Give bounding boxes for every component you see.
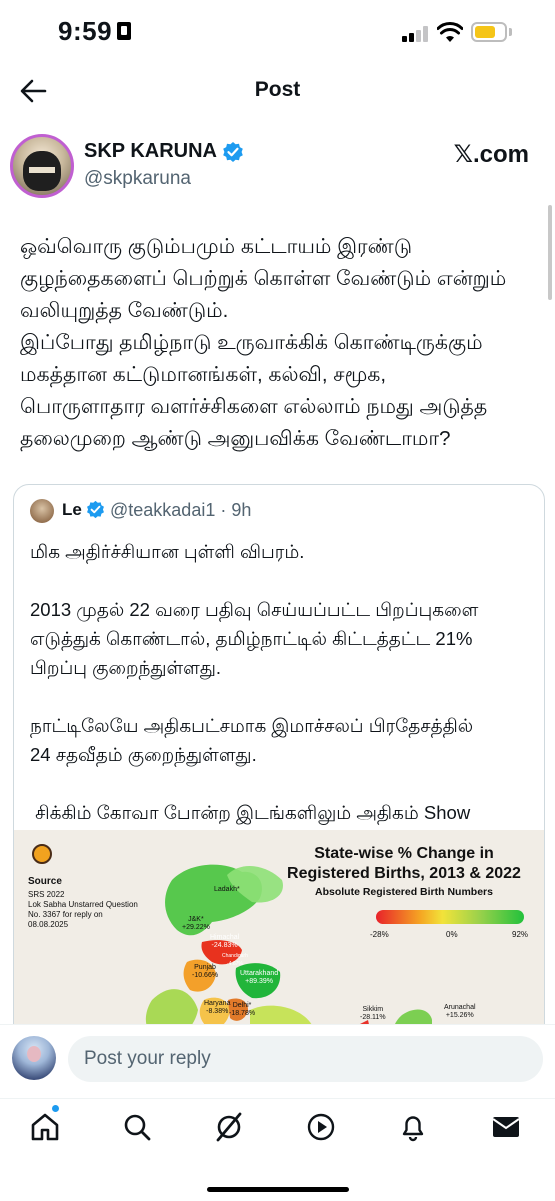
region-value: +89.39% — [245, 978, 273, 985]
region-label: Sikkim -28.11% — [360, 1006, 386, 1022]
region-label: Delhi* -18.78% — [229, 1002, 255, 1018]
region-value: -4.67% — [227, 961, 243, 967]
region-name: Punjab — [194, 964, 216, 971]
region-value: -28.11% — [360, 1014, 386, 1021]
map-subtitle: Absolute Registered Birth Numbers — [315, 886, 493, 898]
quoted-post[interactable]: Le @teakkadai1 · 9h மிக அதிர்ச்சியான புள… — [13, 484, 545, 1046]
scrollbar[interactable] — [548, 205, 552, 300]
map-source-text: SRS 2022 Lok Sabha Unstarred Question No… — [28, 890, 138, 929]
region-name: Chandigarh — [222, 953, 248, 959]
cellular-signal-icon — [402, 26, 430, 42]
region-label: Uttarakhand +89.39% — [240, 970, 278, 986]
region-value: -8.38% — [206, 1008, 229, 1015]
region-label: Himachal -24.83% — [210, 934, 239, 950]
map-title: State-wise % Change in Registered Births… — [287, 845, 521, 882]
color-scale-bar — [376, 910, 524, 924]
status-bar: 9:59 — [0, 0, 555, 62]
author-name[interactable]: SKP KARUNA — [84, 140, 217, 163]
region-label: J&K* +29.22% — [182, 916, 210, 932]
reply-input[interactable]: Post your reply — [68, 1036, 543, 1082]
quoted-author-name: Le — [62, 500, 82, 519]
header: Post — [0, 62, 555, 118]
user-avatar[interactable] — [12, 1036, 56, 1080]
post-text: ஒவ்வொரு குடும்பமும் கட்டாயம் இரண்டு குழந… — [20, 235, 507, 450]
author-handle[interactable]: @skpkaruna — [84, 168, 191, 190]
source-label: 𝕏.com — [453, 141, 529, 168]
quoted-handle-time: @teakkadai1 · 9h — [110, 500, 252, 520]
home-indicator — [207, 1187, 349, 1192]
grok-icon[interactable] — [213, 1111, 245, 1143]
region-name: Uttarakhand — [240, 970, 279, 977]
region-name: Haryana — [204, 1000, 231, 1007]
home-icon[interactable] — [29, 1111, 61, 1143]
messages-envelope-icon[interactable] — [490, 1111, 522, 1143]
battery-tip — [509, 28, 512, 36]
search-icon[interactable] — [121, 1111, 153, 1143]
region-name: Arunachal — [444, 1004, 476, 1011]
battery-icon — [471, 22, 507, 42]
region-value: +15.26% — [445, 1012, 474, 1019]
video-play-icon[interactable] — [305, 1111, 337, 1143]
region-value: +29.22% — [182, 924, 210, 931]
region-name: Sikkim — [362, 1006, 384, 1013]
quoted-avatar — [30, 499, 54, 523]
scale-label-min: -28% — [370, 930, 389, 939]
region-value: -24.83% — [211, 942, 238, 949]
scale-label-mid: 0% — [446, 930, 458, 939]
quoted-image[interactable]: Source SRS 2022 Lok Sabha Unstarred Ques… — [14, 830, 544, 1045]
verified-badge-icon — [87, 500, 104, 519]
region-label: Ladakh* — [214, 886, 240, 893]
quoted-text: மிக அதிர்ச்சியான புள்ளி விபரம். 2013 முத… — [30, 541, 479, 852]
author-avatar[interactable] — [10, 134, 74, 198]
region-name: J&K* — [188, 916, 204, 923]
bottom-tab-bar — [0, 1098, 555, 1201]
notifications-bell-icon[interactable] — [397, 1111, 429, 1143]
scale-label-max: 92% — [512, 930, 529, 939]
publisher-logo-icon — [32, 844, 52, 864]
region-value: -18.78% — [229, 1010, 256, 1017]
page-title: Post — [254, 78, 301, 101]
post-author: SKP KARUNA @skpkaruna 𝕏.com — [10, 134, 545, 204]
region-value: -10.66% — [192, 972, 219, 979]
region-label: Punjab -10.66% — [192, 964, 218, 980]
region-name: Delhi* — [232, 1002, 252, 1009]
region-name: Himachal — [210, 934, 240, 941]
reply-bar: Post your reply — [0, 1024, 555, 1099]
sim-card-icon — [117, 22, 131, 40]
region-label: Chandigarh -4.67% — [222, 952, 248, 968]
region-label: Arunachal +15.26% — [444, 1004, 476, 1020]
verified-badge-icon — [223, 142, 243, 162]
wifi-icon — [437, 22, 463, 42]
notification-dot — [52, 1105, 59, 1112]
status-time: 9:59 — [58, 16, 113, 46]
region-label: Haryana -8.38% — [204, 1000, 230, 1016]
map-source-title: Source — [28, 876, 62, 887]
